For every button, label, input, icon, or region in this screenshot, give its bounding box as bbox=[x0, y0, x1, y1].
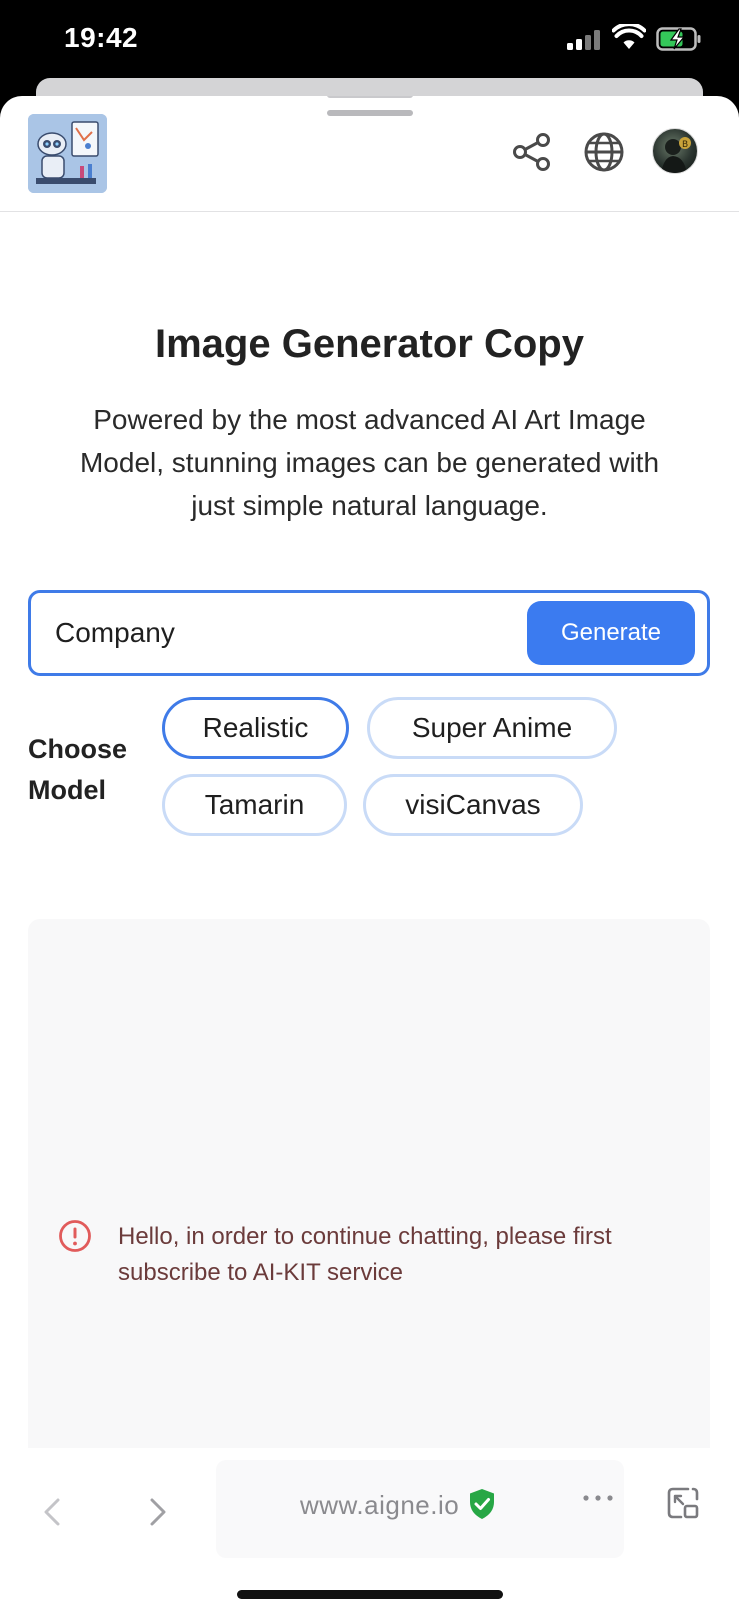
user-avatar[interactable]: B bbox=[652, 128, 698, 174]
avatar-image-icon: B bbox=[661, 137, 691, 173]
app-header: B bbox=[0, 96, 739, 212]
warning-icon bbox=[59, 1220, 91, 1252]
resize-icon[interactable] bbox=[666, 1486, 700, 1520]
battery-charging-icon bbox=[656, 27, 701, 51]
url-text: www.aigne.io bbox=[300, 1490, 460, 1520]
cellular-signal-icon bbox=[567, 28, 601, 50]
address-bar[interactable]: www.aigne.io bbox=[216, 1460, 624, 1558]
globe-icon[interactable] bbox=[582, 130, 626, 174]
model-chip-realistic[interactable]: Realistic bbox=[162, 697, 349, 759]
home-indicator[interactable] bbox=[237, 1590, 503, 1599]
more-icon[interactable] bbox=[580, 1488, 616, 1508]
page-subtitle: Powered by the most advanced AI Art Imag… bbox=[79, 404, 660, 521]
wifi-icon bbox=[612, 24, 646, 49]
back-icon[interactable] bbox=[38, 1492, 68, 1532]
forward-icon[interactable] bbox=[142, 1492, 172, 1532]
app-logo[interactable] bbox=[28, 114, 107, 193]
status-bar: 19:42 bbox=[0, 0, 739, 90]
page-title: Image Generator Copy bbox=[154, 322, 584, 366]
generate-button[interactable]: Generate bbox=[527, 601, 695, 665]
shield-check-icon bbox=[470, 1489, 494, 1519]
svg-text:B: B bbox=[682, 140, 688, 150]
choose-model-label: Choose Model bbox=[28, 734, 128, 805]
model-chip-super-anime[interactable]: Super Anime bbox=[367, 697, 617, 759]
model-chip-visicanvas[interactable]: visiCanvas bbox=[363, 774, 583, 836]
model-chip-tamarin[interactable]: Tamarin bbox=[162, 774, 347, 836]
status-time: 19:42 bbox=[64, 22, 139, 53]
prompt-input[interactable] bbox=[55, 593, 515, 673]
app-sheet: B Image Generator Copy Powered by the mo… bbox=[0, 96, 739, 1600]
robot-painter-logo-icon bbox=[28, 114, 107, 193]
browser-toolbar: www.aigne.io bbox=[0, 1448, 739, 1600]
subscription-message: Hello, in order to continue chatting, pl… bbox=[118, 1223, 612, 1286]
prompt-input-container: Generate bbox=[28, 590, 710, 676]
share-icon[interactable] bbox=[510, 130, 554, 174]
